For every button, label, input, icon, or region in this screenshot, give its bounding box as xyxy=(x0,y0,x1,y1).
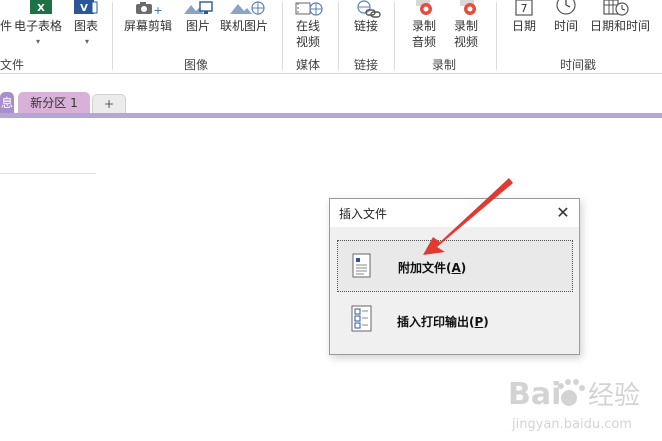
excel-icon: X xyxy=(30,0,52,14)
clock-icon xyxy=(556,0,576,15)
record-audio-label-line1: 录制 xyxy=(412,19,437,33)
date-time-label: 日期和时间 xyxy=(590,19,651,33)
online-video-label-line2: 视频 xyxy=(296,35,321,49)
section-tab-new-section-label: 新分区 1 xyxy=(30,96,78,110)
group-label-files: 文件 xyxy=(0,58,25,72)
record-video-label-line2: 视频 xyxy=(454,35,479,49)
svg-text:7: 7 xyxy=(521,2,528,15)
date-time-icon xyxy=(603,0,629,16)
record-audio-label-line2: 音频 xyxy=(412,35,437,49)
attach-file-ribbon-label: 件 xyxy=(0,19,13,33)
record-audio-button[interactable]: 录制 音频 xyxy=(408,0,442,56)
chart-label: 图表 xyxy=(74,19,99,33)
svg-text:经验: 经验 xyxy=(588,381,640,411)
record-video-icon xyxy=(460,0,476,15)
section-color-bar xyxy=(0,113,662,118)
section-tab-new-section[interactable]: 新分区 1 xyxy=(18,92,90,114)
insert-printout-icon xyxy=(351,305,372,332)
chevron-down-icon: ▾ xyxy=(85,37,90,46)
section-tab-info-label: 息 xyxy=(0,96,13,110)
group-separator xyxy=(496,2,497,70)
screen-clip-label: 屏幕剪辑 xyxy=(124,19,173,33)
online-picture-button[interactable]: 联机图片 xyxy=(218,0,270,56)
group-separator xyxy=(394,2,395,70)
insert-file-dialog: 插入文件 ✕ 附加文件(A) 插入打印输出(P) xyxy=(329,198,580,355)
online-picture-label: 联机图片 xyxy=(220,19,269,33)
add-section-tab[interactable]: + xyxy=(92,94,126,114)
chevron-down-icon: ▾ xyxy=(36,37,41,46)
group-separator xyxy=(338,2,339,70)
time-button[interactable]: 时间 xyxy=(550,0,584,56)
close-icon[interactable]: ✕ xyxy=(553,203,573,223)
chart-button[interactable]: V 图表 ▾ xyxy=(70,0,104,56)
attach-file-option[interactable]: 附加文件(A) xyxy=(337,240,573,292)
page-title-underline xyxy=(0,173,96,174)
dialog-title: 插入文件 xyxy=(339,207,388,221)
group-label-media: 媒体 xyxy=(296,58,321,72)
calendar-icon: 7 xyxy=(515,0,533,16)
picture-label: 图片 xyxy=(186,19,211,33)
group-label-images: 图像 xyxy=(184,58,209,72)
ribbon: 件 X 电子表格 ▾ V 图表 ▾ + 屏幕剪辑 图片 联机图片 在线 视频 链… xyxy=(0,0,662,74)
attach-file-icon xyxy=(352,253,371,278)
insert-printout-option[interactable]: 插入打印输出(P) xyxy=(337,295,573,347)
group-label-timestamp: 时间戳 xyxy=(560,58,597,72)
insert-printout-label: 插入打印输出(P) xyxy=(397,315,489,329)
picture-button[interactable]: 图片 xyxy=(182,0,216,56)
svg-text:Bai: Bai xyxy=(508,377,561,412)
record-video-button[interactable]: 录制 视频 xyxy=(452,0,486,56)
group-separator xyxy=(112,2,113,70)
online-video-button[interactable]: 在线 视频 xyxy=(292,0,326,56)
baidu-paw-icon: Bai 经验 jingyan.baidu.com xyxy=(508,377,640,432)
svg-text:jingyan.baidu.com: jingyan.baidu.com xyxy=(511,417,632,432)
svg-text:V: V xyxy=(80,3,88,14)
screen-clip-button[interactable]: + 屏幕剪辑 xyxy=(122,0,178,56)
camera-icon: + xyxy=(136,2,163,16)
online-video-label-line1: 在线 xyxy=(296,19,321,33)
date-time-button[interactable]: 日期和时间 xyxy=(588,0,662,56)
baidu-watermark: Bai 经验 jingyan.baidu.com xyxy=(506,368,656,438)
group-label-links: 链接 xyxy=(354,58,379,72)
online-video-icon xyxy=(295,2,323,16)
spreadsheet-button[interactable]: X 电子表格 ▾ xyxy=(14,0,66,56)
record-video-label-line1: 录制 xyxy=(454,19,479,33)
link-label: 链接 xyxy=(354,19,379,33)
group-separator xyxy=(282,2,283,70)
date-button[interactable]: 7 日期 xyxy=(508,0,542,56)
svg-text:+: + xyxy=(153,4,162,16)
attach-file-ribbon-button[interactable]: 件 xyxy=(0,0,14,56)
group-label-recording: 录制 xyxy=(432,58,457,72)
section-tab-info[interactable]: 息 xyxy=(0,92,14,114)
time-label: 时间 xyxy=(554,19,579,33)
attach-file-label: 附加文件(A) xyxy=(398,261,467,275)
picture-icon xyxy=(184,1,213,14)
record-audio-icon xyxy=(416,0,432,15)
link-icon xyxy=(357,0,381,18)
link-button[interactable]: 链接 xyxy=(350,0,384,56)
chart-icon: V xyxy=(74,0,98,14)
svg-text:X: X xyxy=(37,3,45,14)
spreadsheet-label: 电子表格 xyxy=(14,19,63,33)
plus-icon: + xyxy=(103,97,115,111)
dialog-title-bar: 插入文件 ✕ xyxy=(330,199,579,227)
date-label: 日期 xyxy=(512,19,537,33)
online-picture-icon xyxy=(230,1,265,15)
